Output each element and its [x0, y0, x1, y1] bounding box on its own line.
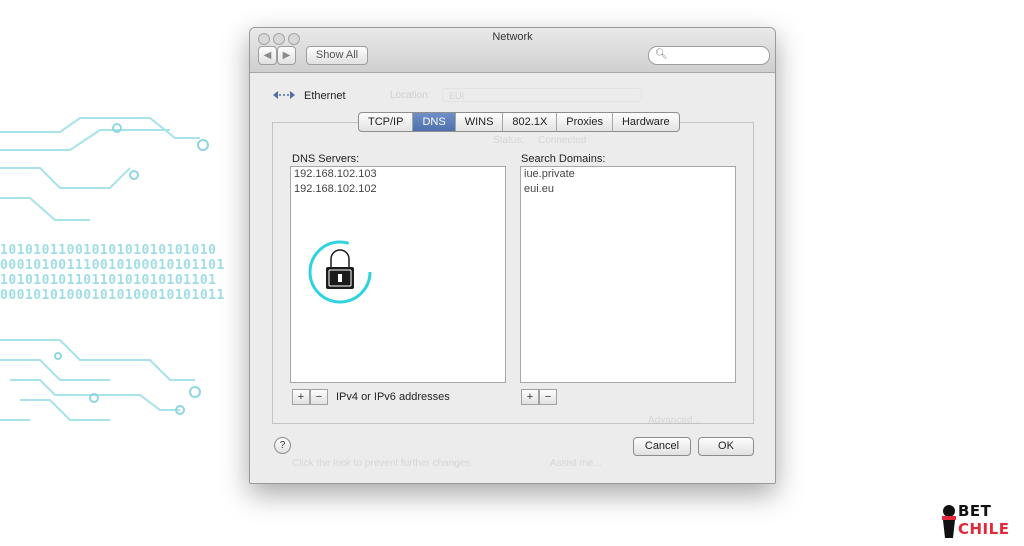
location-label: Location:: [390, 90, 431, 101]
dns-hint-text: IPv4 or IPv6 addresses: [336, 391, 450, 403]
ethernet-icon: [273, 91, 295, 99]
tab-wins[interactable]: WINS: [456, 113, 504, 131]
logo-text-bet: BET: [958, 502, 992, 520]
help-button[interactable]: ?: [274, 437, 291, 454]
ghost-connected-label: Connected: [538, 135, 587, 146]
show-all-button[interactable]: Show All: [306, 46, 368, 65]
ok-button[interactable]: OK: [698, 437, 754, 456]
remove-search-domain-button[interactable]: −: [539, 389, 557, 405]
tab-bar: TCP/IP DNS WINS 802.1X Proxies Hardware: [358, 112, 680, 132]
brand-logo: BET CHILE: [938, 502, 1024, 542]
tab-dns[interactable]: DNS: [413, 113, 456, 131]
ghost-assist-button: Assist me...: [550, 458, 602, 469]
tab-hardware[interactable]: Hardware: [613, 113, 679, 131]
binary-decoration: 000101001110010100010101101: [0, 258, 225, 273]
ghost-advanced-button: Advanced...: [648, 415, 701, 426]
binary-decoration: 10101010110110101010101101: [0, 273, 217, 288]
dns-servers-label: DNS Servers:: [292, 153, 360, 165]
tab-tcp-ip[interactable]: TCP/IP: [359, 113, 414, 131]
forward-button[interactable]: ▶: [277, 46, 296, 65]
add-dns-server-button[interactable]: +: [292, 389, 310, 405]
search-icon: 🔍︎: [655, 49, 668, 60]
logo-text-chile: CHILE: [958, 520, 1010, 538]
search-domain-item[interactable]: iue.private: [521, 167, 735, 182]
titlebar: Network ◀ ▶ Show All 🔍︎: [250, 28, 775, 73]
dns-server-item[interactable]: 192.168.102.102: [291, 182, 505, 197]
lock-icon: [308, 240, 372, 304]
search-domains-label: Search Domains:: [521, 153, 606, 165]
tab-802-1x[interactable]: 802.1X: [503, 113, 558, 131]
window-title: Network: [492, 31, 533, 43]
binary-decoration: 000101010001010100010101011: [0, 288, 225, 303]
search-domain-item[interactable]: eui.eu: [521, 182, 735, 197]
cancel-button[interactable]: Cancel: [633, 437, 691, 456]
ghost-lock-text: Click the lock to prevent further change…: [292, 458, 474, 469]
tab-proxies[interactable]: Proxies: [557, 113, 613, 131]
binary-decoration: 10101011001010101010101010: [0, 243, 217, 258]
dns-server-item[interactable]: 192.168.102.103: [291, 167, 505, 182]
search-domains-list[interactable]: iue.private eui.eu: [520, 166, 736, 383]
add-search-domain-button[interactable]: +: [521, 389, 539, 405]
service-name: Ethernet: [304, 90, 346, 102]
back-button[interactable]: ◀: [258, 46, 277, 65]
location-select[interactable]: EUI: [442, 88, 642, 102]
search-input[interactable]: 🔍︎: [648, 46, 770, 65]
ghost-status-label: Status:: [493, 135, 525, 146]
mascot-icon: [942, 505, 956, 538]
remove-dns-server-button[interactable]: −: [310, 389, 328, 405]
